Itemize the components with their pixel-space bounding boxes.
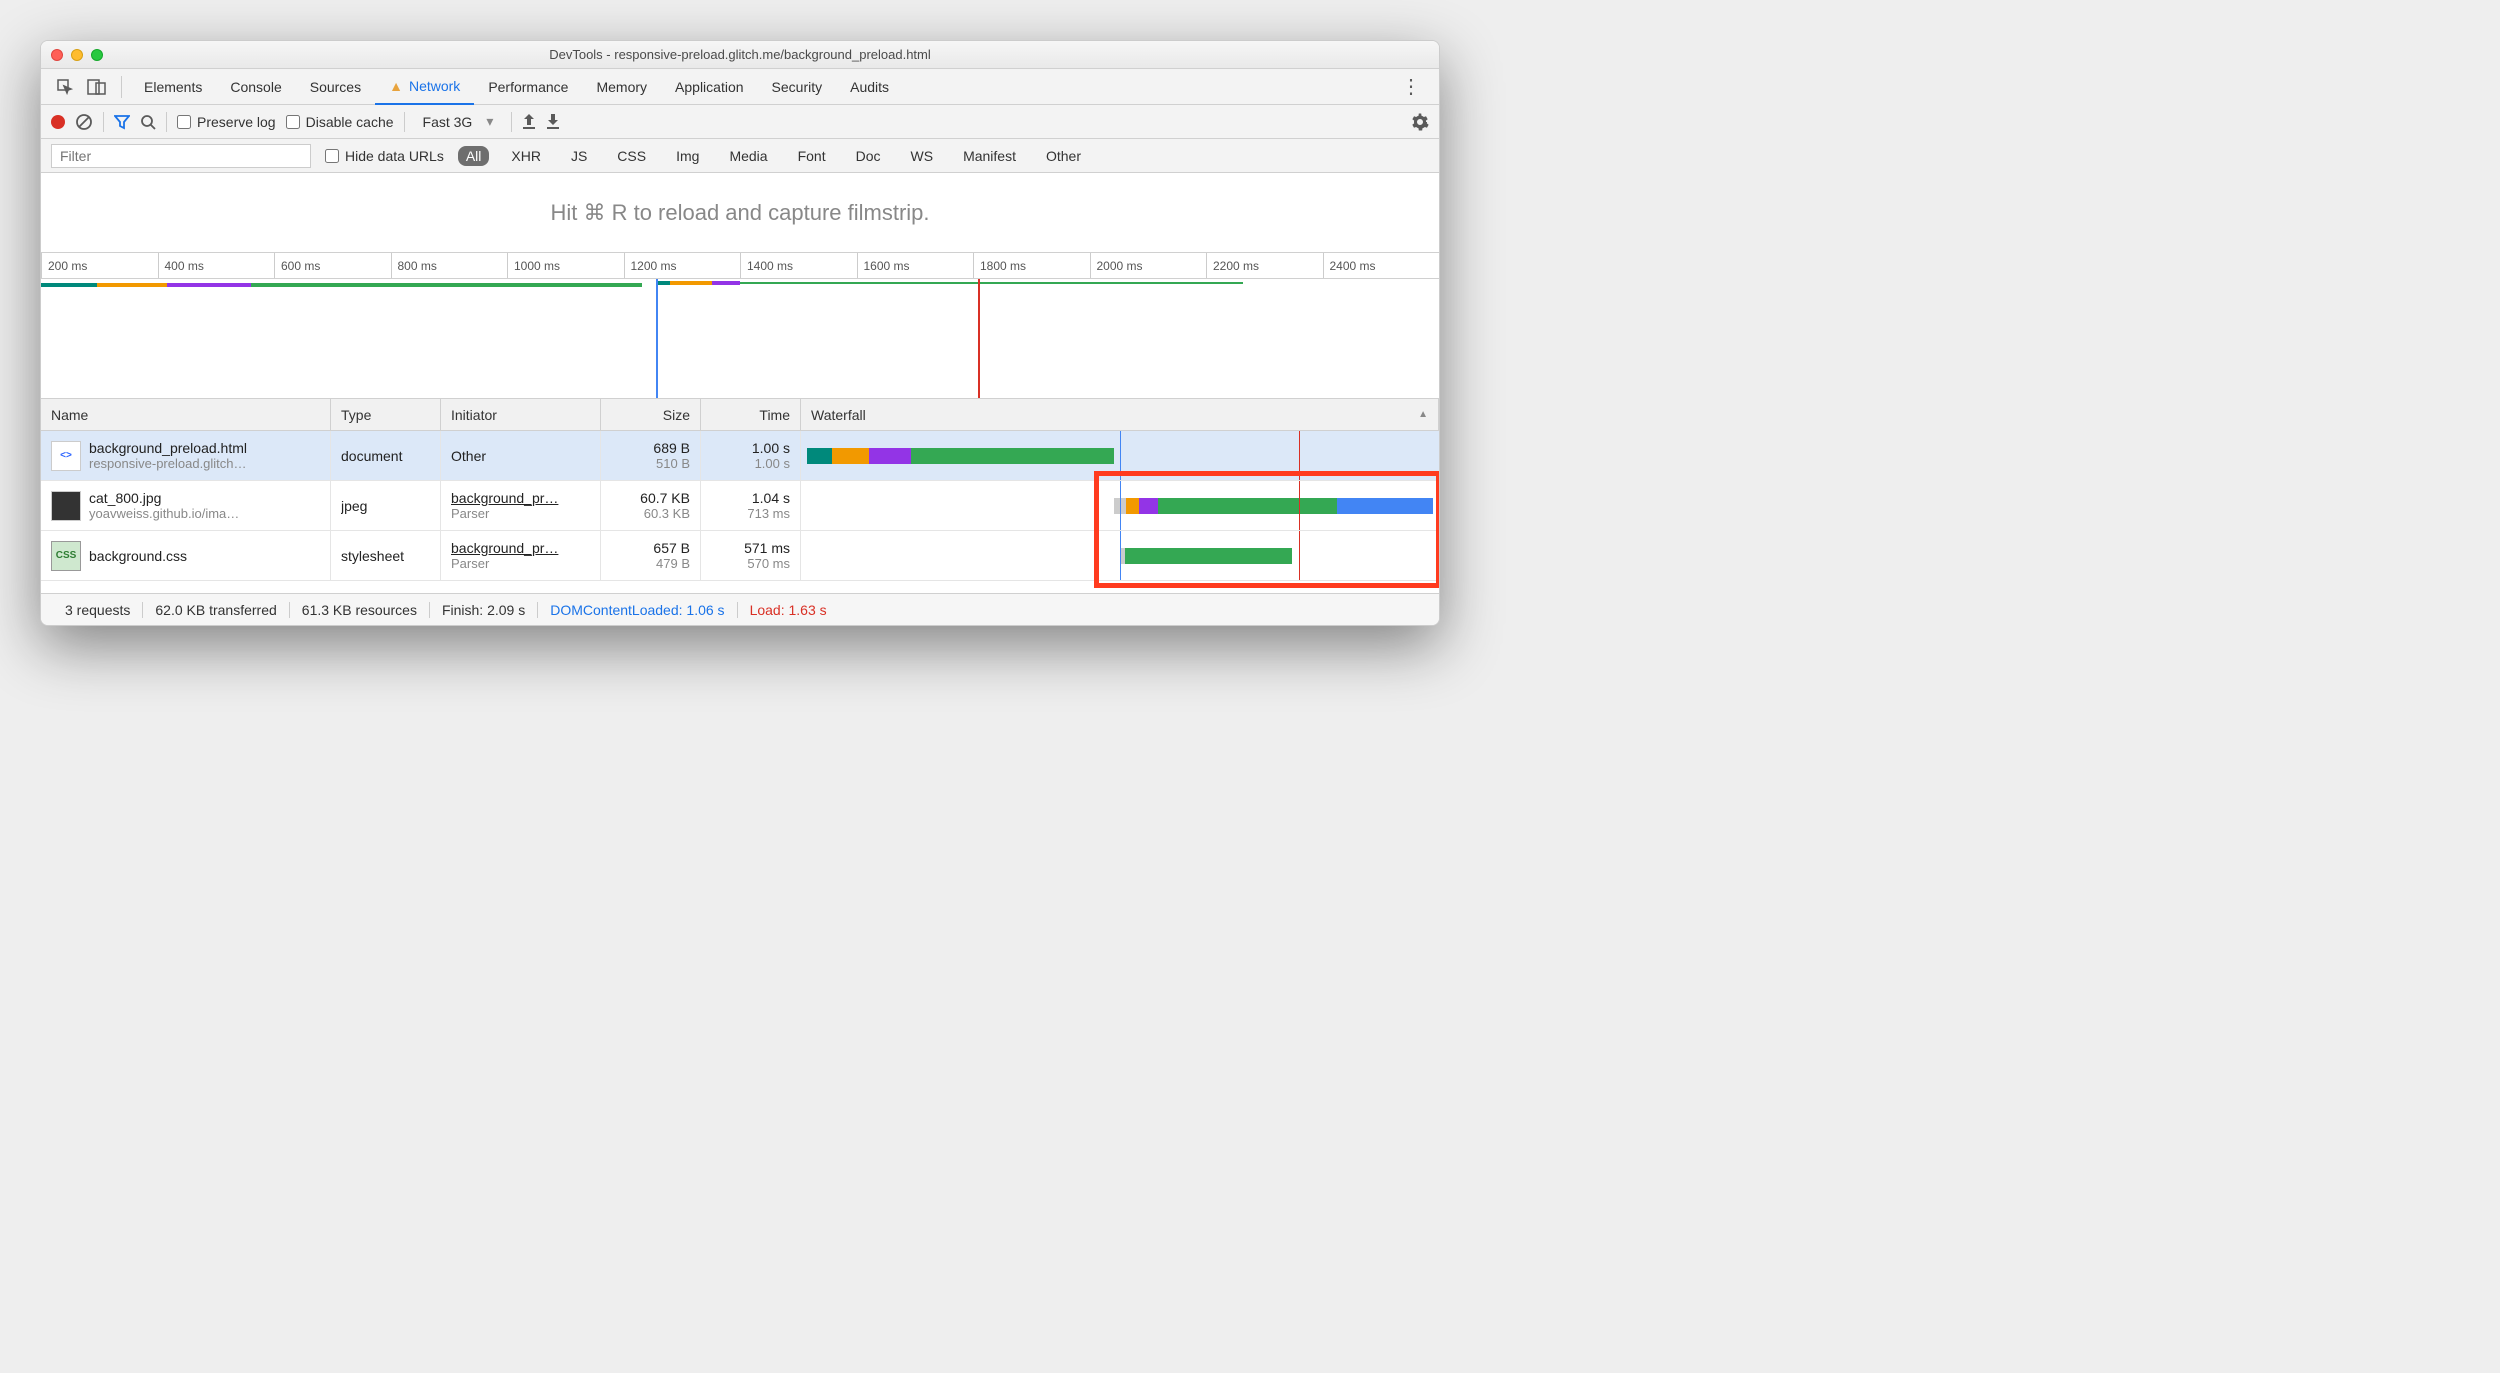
request-name: cat_800.jpg xyxy=(89,490,239,506)
filter-bar: Hide data URLs All XHR JS CSS Img Media … xyxy=(41,139,1439,173)
request-row[interactable]: cat_800.jpg yoavweiss.github.io/ima… jpe… xyxy=(41,481,1439,531)
status-resources: 61.3 KB resources xyxy=(290,602,430,618)
filter-icon[interactable] xyxy=(114,114,130,130)
status-dcl: DOMContentLoaded: 1.06 s xyxy=(538,602,737,618)
preserve-log-checkbox[interactable]: Preserve log xyxy=(177,114,276,130)
filter-type-other[interactable]: Other xyxy=(1038,146,1089,166)
timeline-ruler: 200 ms 400 ms 600 ms 800 ms 1000 ms 1200… xyxy=(41,253,1439,279)
request-domain: responsive-preload.glitch… xyxy=(89,456,247,471)
filter-type-js[interactable]: JS xyxy=(563,146,595,166)
column-size[interactable]: Size xyxy=(601,399,701,430)
hide-data-urls-checkbox[interactable]: Hide data URLs xyxy=(325,148,444,164)
tab-audits[interactable]: Audits xyxy=(836,69,903,105)
tab-performance[interactable]: Performance xyxy=(474,69,582,105)
warning-icon: ▲ xyxy=(389,78,403,94)
filmstrip-hint: Hit ⌘ R to reload and capture filmstrip. xyxy=(41,173,1439,253)
request-row[interactable]: <> background_preload.html responsive-pr… xyxy=(41,431,1439,481)
request-row[interactable]: CSS background.css stylesheet background… xyxy=(41,531,1439,581)
filter-type-css[interactable]: CSS xyxy=(609,146,654,166)
settings-gear-icon[interactable] xyxy=(1411,113,1429,131)
titlebar: DevTools - responsive-preload.glitch.me/… xyxy=(41,41,1439,69)
status-requests: 3 requests xyxy=(53,602,143,618)
waterfall-cell xyxy=(801,531,1439,580)
filter-type-xhr[interactable]: XHR xyxy=(503,146,549,166)
device-toolbar-icon[interactable] xyxy=(81,71,113,103)
status-transferred: 62.0 KB transferred xyxy=(143,602,289,618)
column-waterfall[interactable]: Waterfall▲ xyxy=(801,399,1439,430)
status-finish: Finish: 2.09 s xyxy=(430,602,538,618)
filter-type-ws[interactable]: WS xyxy=(903,146,942,166)
filter-type-font[interactable]: Font xyxy=(790,146,834,166)
filter-type-img[interactable]: Img xyxy=(668,146,707,166)
column-type[interactable]: Type xyxy=(331,399,441,430)
download-har-icon[interactable] xyxy=(546,114,560,130)
overview-timeline[interactable] xyxy=(41,279,1439,399)
table-header: Name Type Initiator Size Time Waterfall▲ xyxy=(41,399,1439,431)
devtools-window: DevTools - responsive-preload.glitch.me/… xyxy=(40,40,1440,626)
inspect-element-icon[interactable] xyxy=(49,71,81,103)
filter-input[interactable] xyxy=(51,144,311,168)
column-time[interactable]: Time xyxy=(701,399,801,430)
sort-arrow-icon: ▲ xyxy=(1418,409,1428,420)
status-bar: 3 requests 62.0 KB transferred 61.3 KB r… xyxy=(41,593,1439,625)
file-icon-image xyxy=(51,491,81,521)
tab-sources[interactable]: Sources xyxy=(296,69,375,105)
column-initiator[interactable]: Initiator xyxy=(441,399,601,430)
record-button[interactable] xyxy=(51,115,65,129)
window-title: DevTools - responsive-preload.glitch.me/… xyxy=(41,47,1439,62)
network-toolbar: Preserve log Disable cache Fast 3G▾ xyxy=(41,105,1439,139)
throttling-select[interactable]: Fast 3G▾ xyxy=(415,111,502,132)
disable-cache-checkbox[interactable]: Disable cache xyxy=(286,114,394,130)
tab-application[interactable]: Application xyxy=(661,69,758,105)
request-name: background_preload.html xyxy=(89,440,247,456)
more-options-icon[interactable]: ⋮ xyxy=(1391,74,1431,99)
request-domain: yoavweiss.github.io/ima… xyxy=(89,506,239,521)
filter-type-all[interactable]: All xyxy=(458,146,490,166)
panel-tabs: Elements Console Sources ▲Network Perfor… xyxy=(41,69,1439,105)
status-load: Load: 1.63 s xyxy=(738,602,839,618)
tab-network[interactable]: ▲Network xyxy=(375,69,474,105)
filter-type-doc[interactable]: Doc xyxy=(848,146,889,166)
filter-type-media[interactable]: Media xyxy=(721,146,775,166)
column-name[interactable]: Name xyxy=(41,399,331,430)
waterfall-cell xyxy=(801,481,1439,530)
file-icon-html: <> xyxy=(51,441,81,471)
file-icon-css: CSS xyxy=(51,541,81,571)
tab-console[interactable]: Console xyxy=(216,69,295,105)
tab-memory[interactable]: Memory xyxy=(582,69,661,105)
clear-icon[interactable] xyxy=(75,113,93,131)
request-name: background.css xyxy=(89,548,187,564)
search-icon[interactable] xyxy=(140,114,156,130)
tab-elements[interactable]: Elements xyxy=(130,69,216,105)
tab-security[interactable]: Security xyxy=(758,69,837,105)
filter-type-manifest[interactable]: Manifest xyxy=(955,146,1024,166)
waterfall-cell xyxy=(801,431,1439,480)
upload-har-icon[interactable] xyxy=(522,114,536,130)
